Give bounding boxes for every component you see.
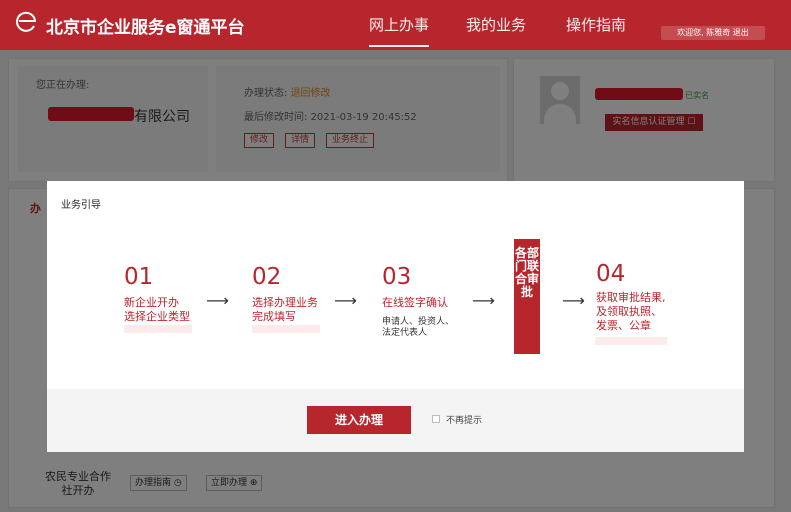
step-1-text: 新企业开办 选择企业类型 (124, 296, 190, 323)
arrow-icon: ⟶ (206, 291, 229, 310)
e-logo-icon (16, 11, 37, 32)
joint-approval-box: 各部门联合审批 (514, 239, 540, 354)
step-highlight (124, 325, 192, 333)
step-highlight (595, 337, 667, 345)
step-3-subtext: 申请人、投资人、 法定代表人 (382, 317, 455, 338)
arrow-icon: ⟶ (562, 291, 585, 310)
dont-show-label[interactable]: 不再提示 (446, 413, 482, 426)
nav-my-business[interactable]: 我的业务 (466, 14, 526, 35)
enter-button[interactable]: 进入办理 (307, 406, 411, 434)
modal-title: 业务引导 (61, 200, 101, 211)
step-4-text: 获取审批结果, 及领取执照、 发票、公章 (596, 291, 666, 332)
step-2-text: 选择办理业务 完成填写 (252, 296, 318, 323)
step-2-number: 02 (252, 264, 282, 290)
step-3-number: 03 (382, 264, 412, 290)
nav-online-service[interactable]: 网上办事 (369, 14, 430, 47)
user-welcome[interactable]: 欢迎您, 陈雅奇 退出 (661, 26, 765, 40)
step-1-number: 01 (124, 264, 154, 290)
app-header: 北京市企业服务e窗通平台 网上办事 我的业务 操作指南 欢迎您, 陈雅奇 退出 (0, 0, 791, 50)
arrow-icon: ⟶ (472, 291, 495, 310)
dont-show-checkbox[interactable] (432, 415, 440, 423)
nav-guide[interactable]: 操作指南 (566, 14, 626, 35)
step-highlight (252, 325, 320, 333)
brand-title[interactable]: 北京市企业服务e窗通平台 (46, 13, 245, 38)
step-4-number: 04 (596, 261, 626, 287)
arrow-icon: ⟶ (334, 291, 357, 310)
step-3-text: 在线签字确认 (382, 296, 448, 309)
